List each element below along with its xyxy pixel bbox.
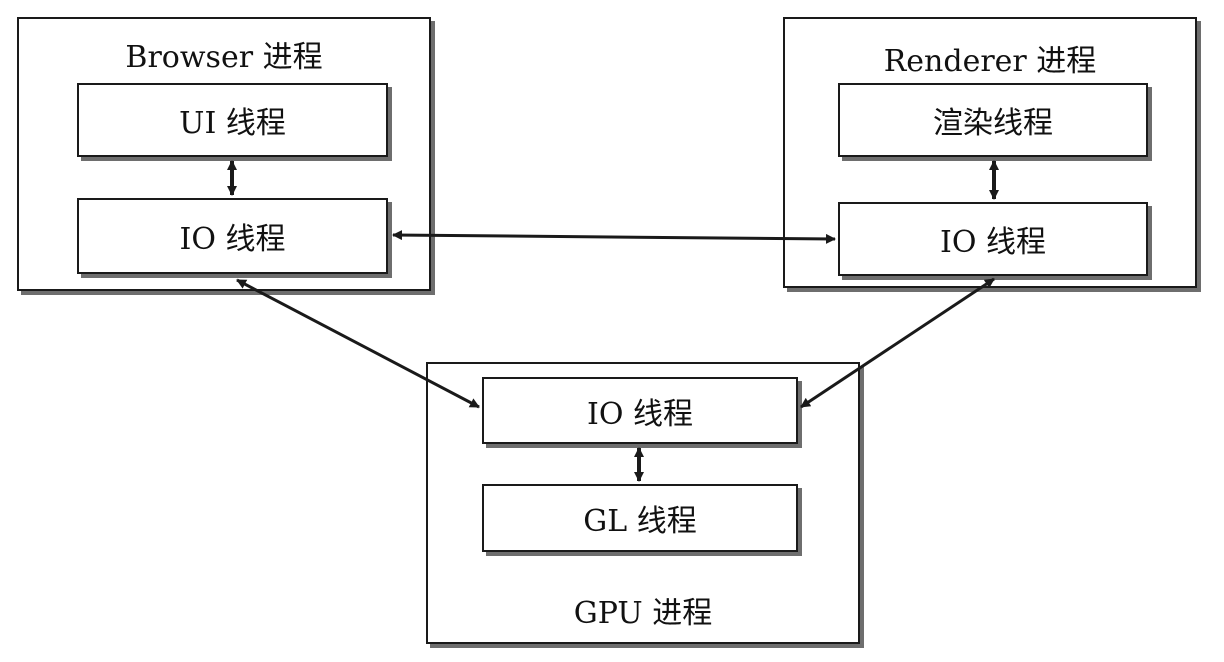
arrow-browser-gpu-io (236, 278, 480, 409)
connector-layer (227, 160, 999, 482)
arrow-browser-renderer-io (392, 230, 836, 244)
arrow-renderer-gpu-io (800, 277, 995, 409)
